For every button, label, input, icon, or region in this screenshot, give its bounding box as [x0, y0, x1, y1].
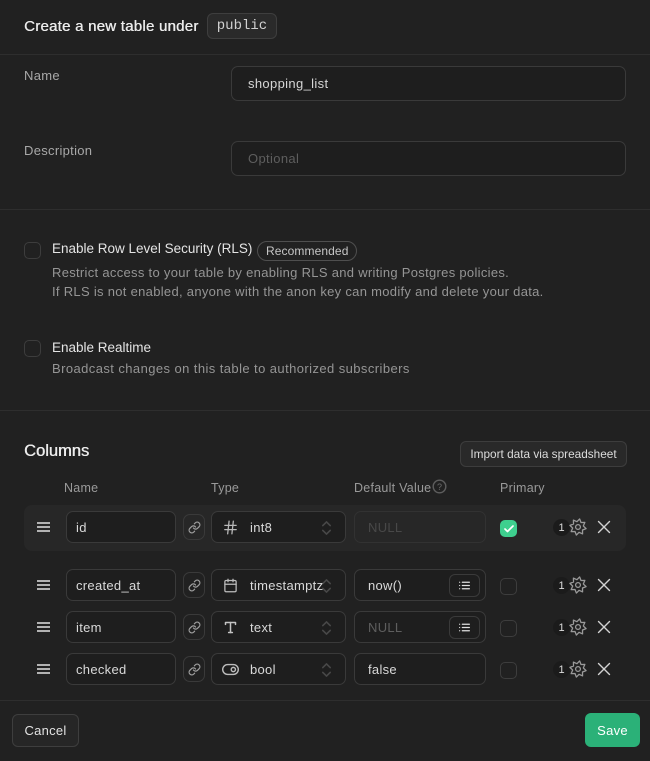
svg-text:?: ? — [437, 482, 442, 492]
